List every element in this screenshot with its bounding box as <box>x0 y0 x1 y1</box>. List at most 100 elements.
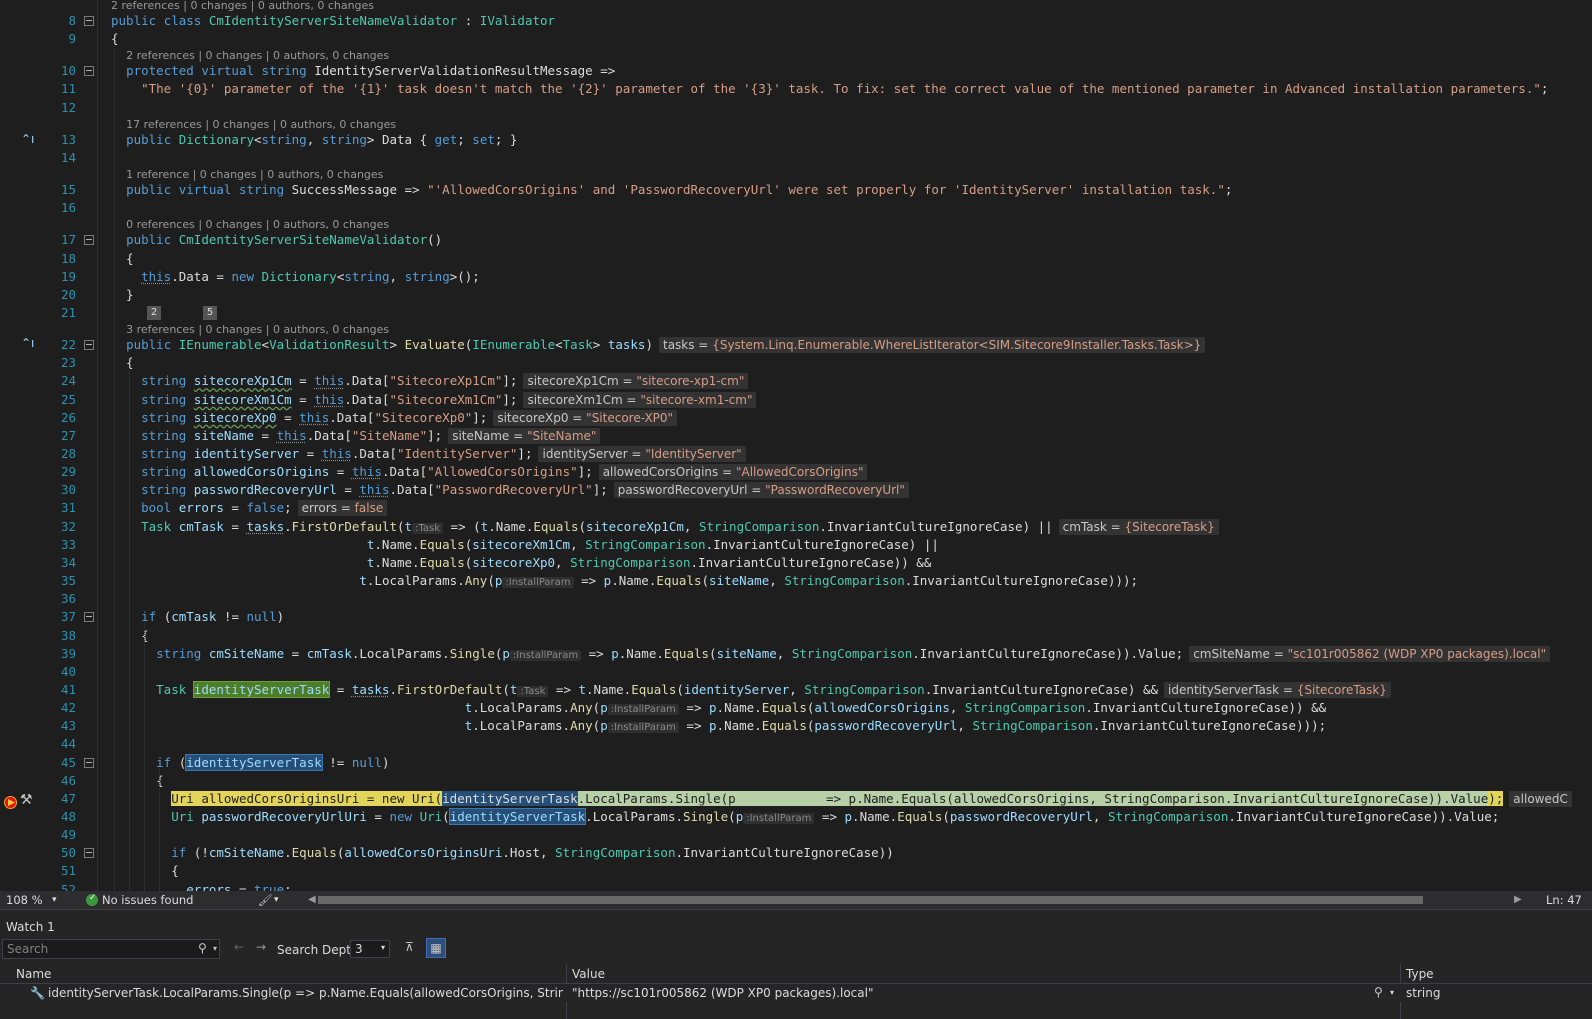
code-line[interactable]: 20 } <box>0 286 1592 304</box>
code-line[interactable]: 44 <box>0 735 1592 753</box>
code-text[interactable]: t.Name.Equals(sitecoreXm1Cm, StringCompa… <box>111 536 939 554</box>
code-line[interactable]: 33 t.Name.Equals(sitecoreXm1Cm, StringCo… <box>0 536 1592 554</box>
code-text[interactable]: this.Data = new Dictionary<string, strin… <box>111 268 480 286</box>
code-line[interactable]: 35 t.LocalParams.Any(p:InstallParam => p… <box>0 572 1592 590</box>
reference-marker-icon[interactable]: ⌃ı <box>21 132 34 146</box>
collapse-icon[interactable] <box>84 16 94 26</box>
code-line[interactable]: 23 { <box>0 354 1592 372</box>
code-text[interactable]: string identityServer = this.Data["Ident… <box>111 445 746 463</box>
code-text[interactable]: public IEnumerable<ValidationResult> Eva… <box>111 336 1206 354</box>
column-name-header[interactable]: Name <box>16 967 51 981</box>
code-line[interactable]: 43 t.LocalParams.Any(p:InstallParam => p… <box>0 717 1592 735</box>
chevron-down-icon[interactable]: ▾ <box>213 944 217 953</box>
code-line[interactable]: 41 Task identityServerTask = tasks.First… <box>0 680 1592 699</box>
code-text[interactable]: Task cmTask = tasks.FirstOrDefault(t:Tas… <box>111 518 1219 538</box>
code-line[interactable]: 12 <box>0 99 1592 117</box>
code-line[interactable]: 42 t.LocalParams.Any(p:InstallParam => p… <box>0 699 1592 717</box>
code-line[interactable]: 10 protected virtual string IdentityServ… <box>0 62 1592 80</box>
code-text[interactable]: t.LocalParams.Any(p:InstallParam => p.Na… <box>111 699 1326 719</box>
magnifier-icon[interactable]: ⚲ <box>1374 985 1383 999</box>
watch-row-name[interactable]: identityServerTask.LocalParams.Single(p … <box>48 986 563 1000</box>
code-text[interactable]: if (cmTask != null) <box>111 608 284 626</box>
code-line[interactable]: 17 public CmIdentityServerSiteNameValida… <box>0 231 1592 249</box>
code-text[interactable]: string sitecoreXp1Cm = this.Data["Siteco… <box>111 372 749 390</box>
code-line[interactable]: 47 Uri allowedCorsOriginsUri = new Uri(i… <box>0 790 1592 808</box>
horizontal-scrollbar-thumb[interactable] <box>318 896 1423 904</box>
forward-arrow-icon[interactable]: → <box>256 940 266 954</box>
code-line[interactable]: 34 t.Name.Equals(sitecoreXp0, StringComp… <box>0 554 1592 572</box>
code-text[interactable]: if (!cmSiteName.Equals(allowedCorsOrigin… <box>111 844 894 862</box>
code-line[interactable]: 32 Task cmTask = tasks.FirstOrDefault(t:… <box>0 518 1592 536</box>
code-line[interactable]: 16 <box>0 199 1592 217</box>
code-text[interactable]: string passwordRecoveryUrl = this.Data["… <box>111 481 909 499</box>
code-lens[interactable]: 2 references | 0 changes | 0 authors, 0 … <box>111 0 374 12</box>
reference-marker-icon[interactable]: ⌃ı <box>21 336 34 350</box>
watch-search-input[interactable]: Search <box>2 939 220 959</box>
collapse-icon[interactable] <box>84 612 94 623</box>
search-depth-select[interactable]: 3 ▾ <box>350 940 390 958</box>
code-text[interactable]: t.LocalParams.Any(p:InstallParam => p.Na… <box>111 717 1326 737</box>
code-line[interactable]: 18 { <box>0 250 1592 268</box>
code-line[interactable]: 29 string allowedCorsOrigins = this.Data… <box>0 463 1592 481</box>
code-line[interactable]: 25 string sitecoreXm1Cm = this.Data["Sit… <box>0 391 1592 409</box>
code-lens[interactable]: 1 reference | 0 changes | 0 authors, 0 c… <box>126 169 383 181</box>
code-line[interactable]: 36 <box>0 590 1592 608</box>
code-line[interactable]: 21 <box>0 304 1592 322</box>
code-text[interactable]: bool errors = false; errors = false <box>111 499 388 517</box>
code-line[interactable]: 40 <box>0 663 1592 681</box>
code-line[interactable]: 30 string passwordRecoveryUrl = this.Dat… <box>0 481 1592 499</box>
code-editor[interactable]: 2 references | 0 changes | 0 authors, 0 … <box>0 0 1592 906</box>
issues-status[interactable]: No issues found <box>102 893 193 907</box>
code-text[interactable]: t.LocalParams.Any(p:InstallParam => p.Na… <box>111 572 1138 592</box>
code-line[interactable]: 38 { <box>0 627 1592 645</box>
collapse-icon[interactable] <box>84 848 94 859</box>
watch-row-value[interactable]: "https://sc101r005862 (WDP XP0 packages)… <box>572 986 873 1000</box>
code-line[interactable]: 9{ <box>0 30 1592 48</box>
code-line[interactable]: 39 string cmSiteName = cmTask.LocalParam… <box>0 645 1592 663</box>
zoom-level[interactable]: 108 % <box>6 893 43 907</box>
code-line[interactable]: 15 public virtual string SuccessMessage … <box>0 181 1592 199</box>
code-line[interactable]: 22 public IEnumerable<ValidationResult> … <box>0 336 1592 354</box>
collapse-icon[interactable] <box>84 235 94 246</box>
code-text[interactable]: string siteName = this.Data["SiteName"];… <box>111 427 601 445</box>
code-lens[interactable]: 3 references | 0 changes | 0 authors, 0 … <box>126 324 389 336</box>
search-icon[interactable]: ⚲ <box>198 941 207 955</box>
code-lens[interactable]: 0 references | 0 changes | 0 authors, 0 … <box>126 219 389 231</box>
code-text[interactable]: t.Name.Equals(sitecoreXp0, StringCompari… <box>111 554 931 572</box>
brush-icon[interactable]: 🖌 <box>258 893 273 907</box>
code-lens[interactable]: 2 references | 0 changes | 0 authors, 0 … <box>126 50 389 62</box>
scroll-right-icon[interactable]: ▶ <box>1514 894 1522 905</box>
code-text[interactable]: public Dictionary<string, string> Data {… <box>111 131 517 149</box>
inline-badge[interactable]: 5 <box>203 306 217 320</box>
code-text[interactable]: protected virtual string IdentityServerV… <box>111 62 615 80</box>
scroll-left-icon[interactable]: ◀ <box>308 894 316 905</box>
code-line[interactable]: 49 <box>0 826 1592 844</box>
code-text[interactable]: string sitecoreXm1Cm = this.Data["Siteco… <box>111 391 757 409</box>
inline-badge[interactable]: 2 <box>147 306 161 320</box>
code-line[interactable]: 8 public class CmIdentityServerSiteNameVa… <box>0 12 1592 30</box>
code-text[interactable]: if (identityServerTask != null) <box>111 753 390 772</box>
code-line[interactable]: 37 if (cmTask != null) <box>0 608 1592 626</box>
code-line[interactable]: 11 "The '{0}' parameter of the '{1}' tas… <box>0 80 1592 98</box>
collapse-icon[interactable] <box>84 757 94 768</box>
code-line[interactable]: 26 string sitecoreXp0 = this.Data["Sitec… <box>0 409 1592 427</box>
code-line[interactable]: 24 string sitecoreXp1Cm = this.Data["Sit… <box>0 372 1592 390</box>
column-type-header[interactable]: Type <box>1406 967 1434 981</box>
code-line[interactable]: 46 { <box>0 772 1592 790</box>
code-line[interactable]: 48 Uri passwordRecoveryUrlUri = new Uri(… <box>0 808 1592 826</box>
pin-filter-icon[interactable]: ⊼ <box>405 940 414 954</box>
code-line[interactable]: 31 bool errors = false; errors = false <box>0 499 1592 517</box>
code-text[interactable]: { <box>111 772 164 790</box>
code-line[interactable]: 19 this.Data = new Dictionary<string, st… <box>0 268 1592 286</box>
code-line[interactable]: 28 string identityServer = this.Data["Id… <box>0 445 1592 463</box>
code-text[interactable]: Uri allowedCorsOriginsUri = new Uri(iden… <box>111 790 1572 808</box>
code-line[interactable]: 50 if (!cmSiteName.Equals(allowedCorsOri… <box>0 844 1592 862</box>
code-text[interactable]: Uri passwordRecoveryUrlUri = new Uri(ide… <box>111 808 1499 828</box>
code-line[interactable]: 14 <box>0 149 1592 167</box>
code-text[interactable]: string allowedCorsOrigins = this.Data["A… <box>111 463 868 481</box>
code-line[interactable]: 45 if (identityServerTask != null) <box>0 753 1592 772</box>
column-value-header[interactable]: Value <box>572 967 605 981</box>
chevron-down-icon[interactable]: ▾ <box>274 895 279 905</box>
back-arrow-icon[interactable]: ← <box>234 940 244 954</box>
breakpoint-current-statement-icon[interactable] <box>4 796 17 809</box>
